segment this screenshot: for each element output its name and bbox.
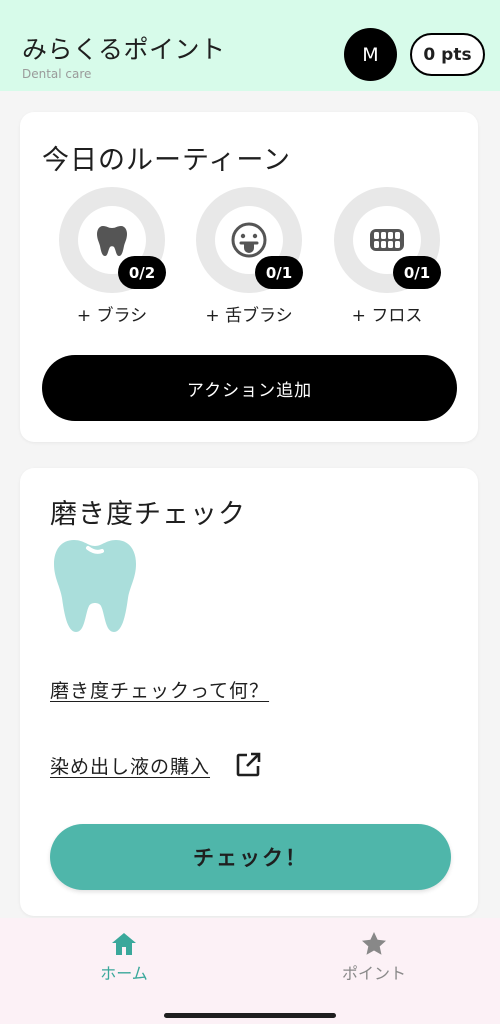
what-is-check-link[interactable]: 磨き度チェックって何？: [50, 676, 269, 703]
points-badge[interactable]: 0 pts: [410, 33, 485, 76]
routine-label-brush[interactable]: + ブラシ: [39, 301, 185, 326]
routine-card: 今日のルーティーン 0/2 + ブラシ 0/1 + 舌ブラシ 0/1 + フロス…: [20, 112, 478, 442]
routine-label-floss[interactable]: + フロス: [314, 301, 460, 326]
routine-item-tongue-brush[interactable]: 0/1 + 舌ブラシ: [196, 187, 303, 327]
nav-points-label: ポイント: [341, 964, 406, 983]
nav-home-label: ホーム: [100, 964, 148, 983]
brushing-check-title: 磨き度チェック: [50, 499, 246, 530]
add-action-button[interactable]: アクション追加: [42, 355, 457, 421]
buy-disclosing-solution-link[interactable]: 染め出し液の購入: [50, 752, 210, 779]
count-badge: 0/2: [118, 256, 166, 289]
home-indicator: [164, 1013, 336, 1018]
nav-home[interactable]: ホーム: [64, 930, 184, 990]
count-badge: 0/1: [393, 256, 441, 289]
app-subtitle: Dental care: [22, 67, 92, 81]
home-icon: [112, 933, 136, 955]
external-link-icon[interactable]: [234, 751, 262, 779]
check-button[interactable]: チェック！: [50, 824, 451, 890]
brushing-check-card: 磨き度チェック 磨き度チェックって何？ 染め出し液の購入 チェック！: [20, 468, 478, 916]
app-header: みらくるポイント Dental care M 0 pts: [0, 0, 500, 91]
routine-item-brush[interactable]: 0/2 + ブラシ: [59, 187, 166, 327]
app-title: みらくるポイント: [22, 35, 226, 64]
bottom-nav: ホーム ポイント: [0, 918, 500, 1024]
nav-points[interactable]: ポイント: [314, 930, 434, 990]
routine-label-tongue-brush[interactable]: + 舌ブラシ: [176, 301, 322, 326]
routine-title: 今日のルーティーン: [42, 145, 292, 176]
star-icon: [362, 932, 386, 955]
avatar[interactable]: M: [344, 28, 397, 81]
count-badge: 0/1: [255, 256, 303, 289]
routine-item-floss[interactable]: 0/1 + フロス: [334, 187, 441, 327]
tooth-illustration: [54, 540, 136, 632]
